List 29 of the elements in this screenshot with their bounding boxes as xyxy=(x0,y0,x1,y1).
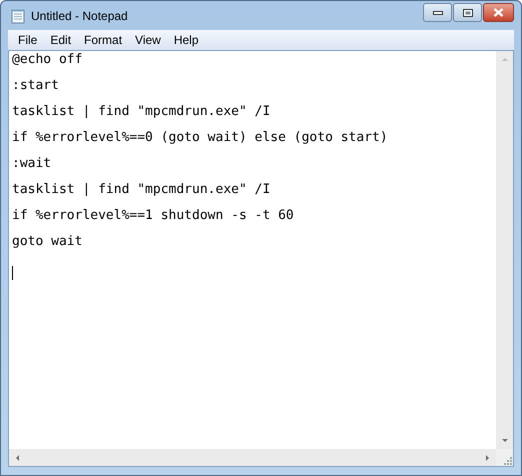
notepad-icon xyxy=(10,8,26,24)
maximize-icon xyxy=(462,8,472,16)
text-line: if %errorlevel%==1 shutdown -s -t 60 xyxy=(12,208,294,223)
minimize-button[interactable] xyxy=(423,3,452,22)
resize-grip-icon xyxy=(503,456,513,466)
menu-item[interactable]: Help xyxy=(168,31,205,49)
scroll-right-icon xyxy=(486,454,489,460)
close-button[interactable] xyxy=(483,3,514,22)
scroll-left-icon xyxy=(16,454,19,460)
close-icon xyxy=(493,8,504,17)
text-line: tasklist | find "mpcmdrun.exe" /I xyxy=(12,182,270,197)
horizontal-scrollbar[interactable] xyxy=(9,449,496,466)
vertical-scrollbar[interactable] xyxy=(496,51,513,449)
scroll-up-icon xyxy=(502,58,508,61)
text-line: tasklist | find "mpcmdrun.exe" /I xyxy=(12,104,270,119)
scroll-down-icon xyxy=(502,439,508,442)
text-line: @echo off xyxy=(12,52,82,67)
window-title: Untitled - Notepad xyxy=(31,8,128,24)
text-line: :start xyxy=(12,78,59,93)
text-line: :wait xyxy=(12,156,52,171)
menu-item[interactable]: File xyxy=(12,31,44,49)
menu-item[interactable]: Edit xyxy=(44,31,78,49)
menu-item[interactable]: Format xyxy=(78,31,128,49)
minimize-icon xyxy=(432,10,442,14)
text-cursor xyxy=(12,266,13,280)
text-line: goto wait xyxy=(12,234,82,249)
maximize-button[interactable] xyxy=(453,3,482,22)
menu-item[interactable]: View xyxy=(129,31,167,49)
text-line: if %errorlevel%==0 (goto wait) else (goto start) xyxy=(12,130,388,145)
